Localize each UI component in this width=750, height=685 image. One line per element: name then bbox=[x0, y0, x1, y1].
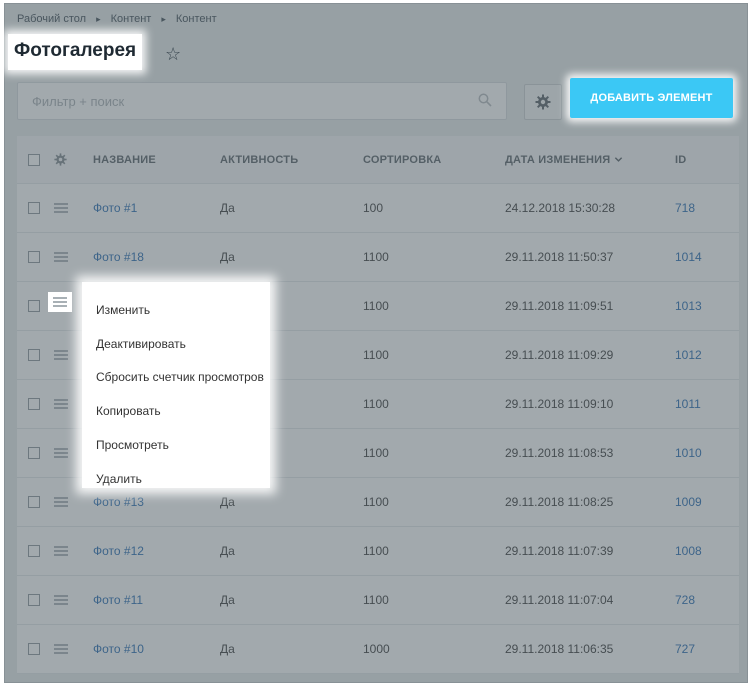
table-row[interactable]: Фото #18 Да 1100 29.11.2018 11:50:37 101… bbox=[17, 233, 739, 282]
select-all-checkbox[interactable] bbox=[28, 153, 40, 166]
menu-icon[interactable] bbox=[54, 252, 68, 262]
row-name-link[interactable]: Фото #11 bbox=[93, 576, 143, 624]
breadcrumb-item-content-2[interactable]: Контент bbox=[176, 13, 217, 25]
row-checkbox[interactable] bbox=[28, 447, 40, 459]
row-date: 29.11.2018 11:07:39 bbox=[505, 544, 614, 558]
column-header-active[interactable]: АКТИВНОСТЬ bbox=[220, 136, 298, 183]
row-active: Да bbox=[220, 642, 235, 656]
menu-item-edit[interactable]: Изменить bbox=[82, 293, 270, 327]
row-checkbox[interactable] bbox=[28, 349, 40, 361]
row-date: 29.11.2018 11:09:10 bbox=[505, 397, 614, 411]
row-id-link[interactable]: 1013 bbox=[675, 282, 702, 330]
add-element-button[interactable]: ДОБАВИТЬ ЭЛЕМЕНТ bbox=[570, 78, 733, 118]
row-checkbox[interactable] bbox=[28, 545, 40, 557]
row-sort: 1100 bbox=[363, 544, 389, 558]
row-name-link[interactable]: Фото #18 bbox=[93, 233, 144, 281]
row-date: 29.11.2018 11:06:35 bbox=[505, 642, 614, 656]
row-context-menu: Изменить Деактивировать Сбросить счетчик… bbox=[82, 282, 270, 488]
row-name-link[interactable]: Фото #12 bbox=[93, 527, 144, 575]
gear-icon bbox=[535, 94, 551, 110]
row-checkbox[interactable] bbox=[28, 643, 40, 655]
menu-icon[interactable] bbox=[54, 595, 68, 605]
menu-icon[interactable] bbox=[54, 497, 68, 507]
row-date: 29.11.2018 11:08:25 bbox=[505, 495, 614, 509]
menu-icon[interactable] bbox=[54, 644, 68, 654]
row-sort: 1100 bbox=[363, 495, 389, 509]
row-active: Да bbox=[220, 544, 235, 558]
row-id-link[interactable]: 1011 bbox=[675, 380, 701, 428]
row-name-link[interactable]: Фото #10 bbox=[93, 625, 144, 673]
table-row[interactable]: Фото #11 Да 1100 29.11.2018 11:07:04 728 bbox=[17, 576, 739, 625]
row-id-link[interactable]: 1012 bbox=[675, 331, 702, 379]
row-sort: 1100 bbox=[363, 250, 389, 264]
menu-icon[interactable] bbox=[54, 546, 68, 556]
menu-item-copy[interactable]: Копировать bbox=[82, 394, 270, 428]
column-header-date-label: ДАТА ИЗМЕНЕНИЯ bbox=[505, 153, 611, 166]
menu-icon bbox=[53, 297, 67, 307]
menu-item-view[interactable]: Просмотреть bbox=[82, 428, 270, 462]
row-id-link[interactable]: 1010 bbox=[675, 429, 702, 477]
row-date: 29.11.2018 11:09:29 bbox=[505, 348, 614, 362]
menu-icon[interactable] bbox=[54, 448, 68, 458]
row-id-link[interactable]: 718 bbox=[675, 184, 695, 232]
table-row[interactable]: Фото #10 Да 1000 29.11.2018 11:06:35 727 bbox=[17, 625, 739, 674]
search-input[interactable] bbox=[32, 93, 472, 109]
row-checkbox[interactable] bbox=[28, 398, 40, 410]
breadcrumb: Рабочий стол ▸ Контент ▸ Контент bbox=[17, 13, 217, 25]
row-date: 29.11.2018 11:08:53 bbox=[505, 446, 614, 460]
row-sort: 1100 bbox=[363, 446, 389, 460]
row-checkbox[interactable] bbox=[28, 202, 40, 214]
row-checkbox[interactable] bbox=[28, 496, 40, 508]
column-header-sort[interactable]: СОРТИРОВКА bbox=[363, 136, 441, 183]
star-icon[interactable]: ☆ bbox=[165, 44, 181, 65]
row-date: 29.11.2018 11:09:51 bbox=[505, 299, 614, 313]
row-checkbox[interactable] bbox=[28, 300, 40, 312]
row-date: 29.11.2018 11:07:04 bbox=[505, 593, 614, 607]
row-name-link[interactable]: Фото #1 bbox=[93, 184, 137, 232]
chevron-down-icon bbox=[615, 157, 623, 162]
row-id-link[interactable]: 727 bbox=[675, 625, 695, 673]
row-id-link[interactable]: 1014 bbox=[675, 233, 702, 281]
row-menu-trigger[interactable] bbox=[48, 292, 72, 312]
table-row[interactable]: Фото #1 Да 100 24.12.2018 15:30:28 718 bbox=[17, 184, 739, 233]
row-id-link[interactable]: 1009 bbox=[675, 478, 702, 526]
menu-item-reset-views[interactable]: Сбросить счетчик просмотров bbox=[82, 361, 270, 395]
settings-button[interactable] bbox=[524, 84, 562, 120]
menu-item-deactivate[interactable]: Деактивировать bbox=[82, 327, 270, 361]
table-row[interactable]: Фото #12 Да 1100 29.11.2018 11:07:39 100… bbox=[17, 527, 739, 576]
search-icon[interactable] bbox=[478, 93, 492, 107]
row-active: Да bbox=[220, 201, 235, 215]
table-header: НАЗВАНИЕ АКТИВНОСТЬ СОРТИРОВКА ДАТА ИЗМЕ… bbox=[17, 136, 739, 184]
breadcrumb-item-content[interactable]: Контент bbox=[111, 13, 152, 25]
menu-icon[interactable] bbox=[54, 203, 68, 213]
row-active: Да bbox=[220, 250, 235, 264]
row-date: 29.11.2018 11:50:37 bbox=[505, 250, 614, 264]
row-checkbox[interactable] bbox=[28, 251, 40, 263]
column-header-id[interactable]: ID bbox=[675, 136, 686, 183]
chevron-right-icon: ▸ bbox=[161, 13, 166, 24]
row-id-link[interactable]: 1008 bbox=[675, 527, 702, 575]
gear-icon[interactable] bbox=[54, 153, 67, 166]
breadcrumb-item-desktop[interactable]: Рабочий стол bbox=[17, 13, 86, 25]
menu-item-delete[interactable]: Удалить bbox=[82, 462, 270, 496]
chevron-right-icon: ▸ bbox=[96, 13, 101, 24]
page-title: Фотогалерея bbox=[8, 34, 143, 70]
row-sort: 1100 bbox=[363, 593, 389, 607]
menu-icon[interactable] bbox=[54, 350, 68, 360]
row-sort: 1100 bbox=[363, 397, 389, 411]
row-id-link[interactable]: 728 bbox=[675, 576, 695, 624]
row-sort: 100 bbox=[363, 201, 384, 215]
row-checkbox[interactable] bbox=[28, 594, 40, 606]
filter-search[interactable] bbox=[17, 82, 507, 120]
row-date: 24.12.2018 15:30:28 bbox=[505, 201, 616, 215]
column-header-date[interactable]: ДАТА ИЗМЕНЕНИЯ bbox=[505, 136, 623, 183]
row-sort: 1100 bbox=[363, 348, 389, 362]
menu-icon[interactable] bbox=[54, 399, 68, 409]
row-sort: 1100 bbox=[363, 299, 389, 313]
row-active: Да bbox=[220, 593, 235, 607]
row-sort: 1000 bbox=[363, 642, 390, 656]
column-header-name[interactable]: НАЗВАНИЕ bbox=[93, 136, 156, 183]
